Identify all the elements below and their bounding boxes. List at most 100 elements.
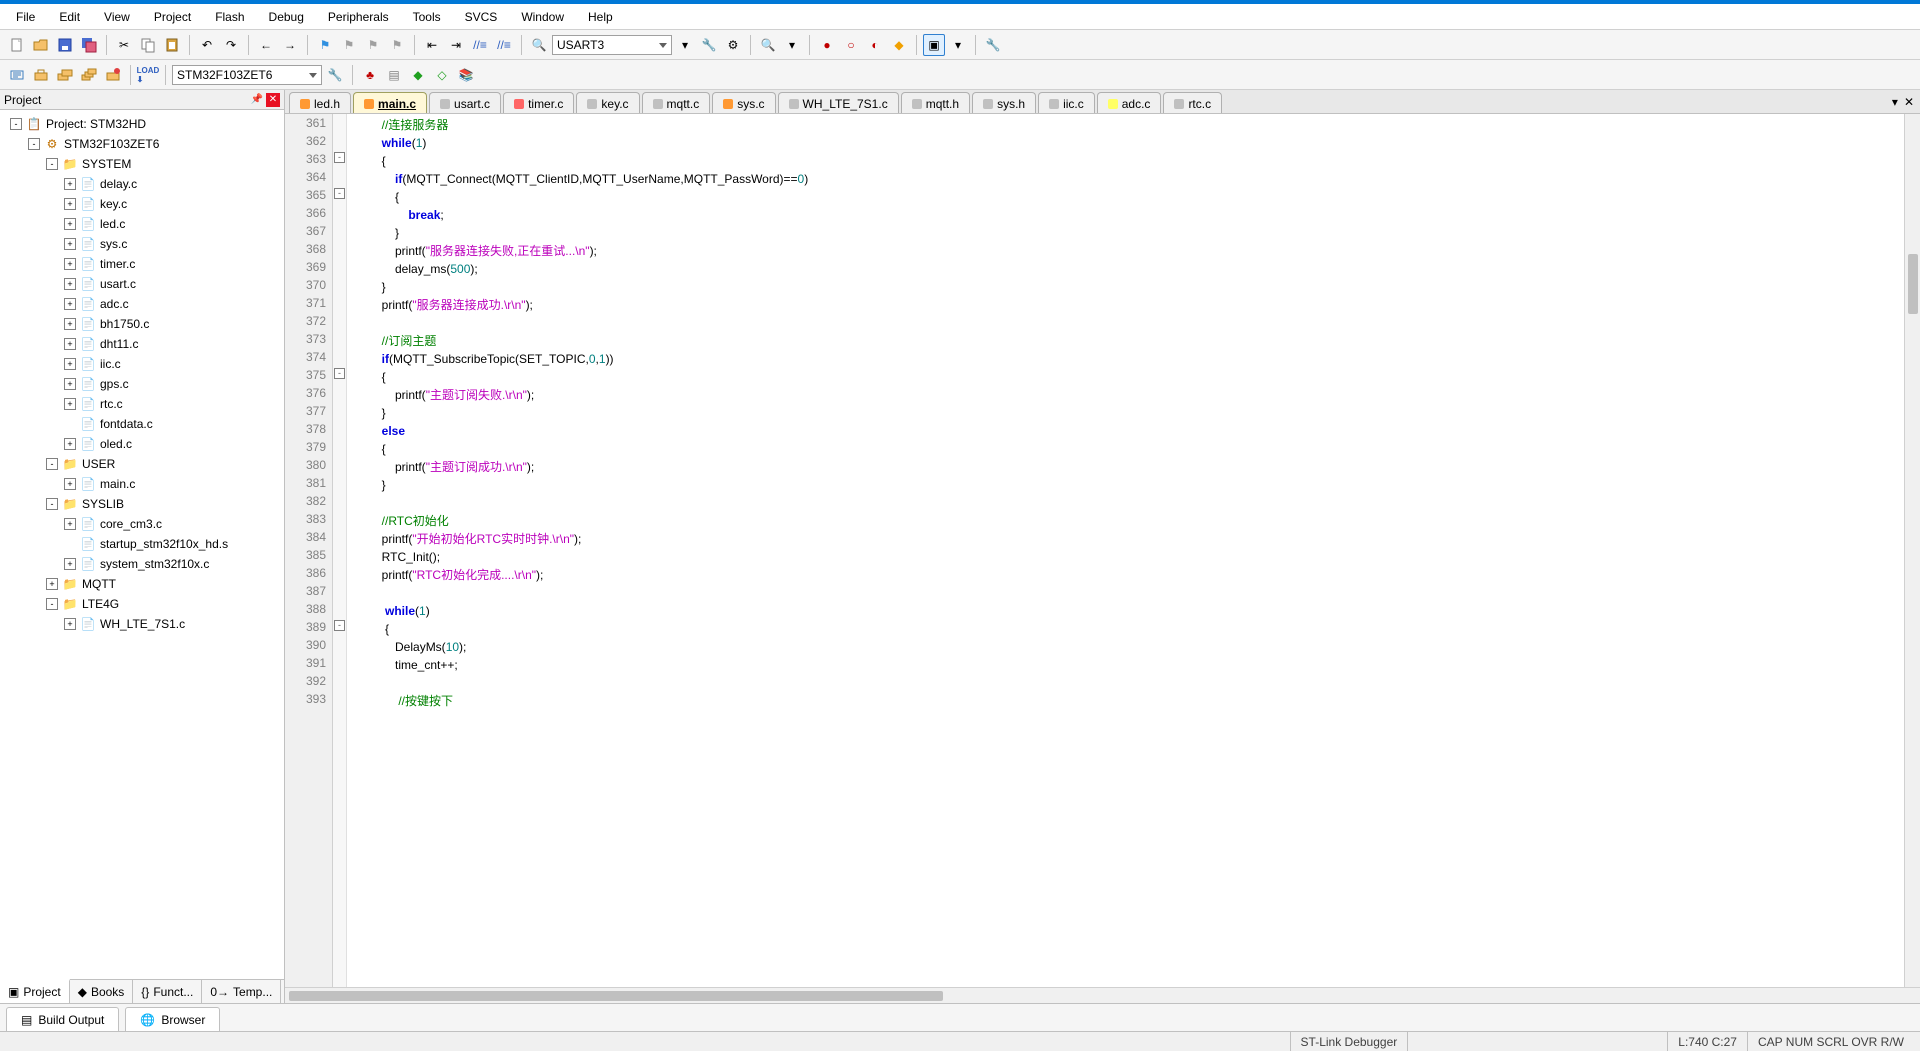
build-target-icon[interactable] — [30, 64, 52, 86]
debug-settings-icon[interactable]: ⚙ — [722, 34, 744, 56]
dropdown-icon[interactable]: ▾ — [947, 34, 969, 56]
translate-icon[interactable] — [6, 64, 28, 86]
tree-node[interactable]: +📄sys.c — [4, 234, 284, 254]
indent-left-icon[interactable]: ⇤ — [421, 34, 443, 56]
tree-node[interactable]: +📄dht11.c — [4, 334, 284, 354]
project-pane-tab-project[interactable]: ▣Project — [0, 979, 70, 1003]
tree-node[interactable]: +📄iic.c — [4, 354, 284, 374]
nav-back-icon[interactable]: ← — [255, 34, 277, 56]
code-view[interactable]: //连接服务器 while(1) { if(MQTT_Connect(MQTT_… — [347, 114, 1904, 987]
tree-node[interactable]: +📄main.c — [4, 474, 284, 494]
file-tab[interactable]: sys.c — [712, 92, 775, 114]
comment-icon[interactable]: //≡ — [469, 34, 491, 56]
paste-icon[interactable] — [161, 34, 183, 56]
tab-menu-icon[interactable]: ▾ — [1892, 95, 1898, 109]
books-icon[interactable]: 📚 — [455, 64, 477, 86]
file-tab[interactable]: iic.c — [1038, 92, 1095, 114]
tree-node[interactable]: +📄led.c — [4, 214, 284, 234]
cut-icon[interactable]: ✂ — [113, 34, 135, 56]
file-tab[interactable]: usart.c — [429, 92, 501, 114]
file-tab[interactable]: timer.c — [503, 92, 574, 114]
tree-node[interactable]: -📋Project: STM32HD — [4, 114, 284, 134]
tree-node[interactable]: -📁LTE4G — [4, 594, 284, 614]
menu-flash[interactable]: Flash — [203, 6, 256, 28]
tree-node[interactable]: +📄system_stm32f10x.c — [4, 554, 284, 574]
tree-node[interactable]: -📁SYSLIB — [4, 494, 284, 514]
target-options-icon[interactable]: 🔧 — [324, 64, 346, 86]
configure-icon[interactable]: 🔧 — [982, 34, 1004, 56]
file-tab[interactable]: WH_LTE_7S1.c — [778, 92, 899, 114]
rebuild-icon[interactable] — [54, 64, 76, 86]
menu-peripherals[interactable]: Peripherals — [316, 6, 401, 28]
bottom-panel-tab-build-output[interactable]: ▤Build Output — [6, 1007, 119, 1031]
tree-node[interactable]: +📄timer.c — [4, 254, 284, 274]
undo-icon[interactable]: ↶ — [196, 34, 218, 56]
window-layout-icon[interactable]: ▣ — [923, 34, 945, 56]
tree-node[interactable]: 📄fontdata.c — [4, 414, 284, 434]
menu-help[interactable]: Help — [576, 6, 625, 28]
file-tab[interactable]: main.c — [353, 92, 427, 114]
menu-svcs[interactable]: SVCS — [453, 6, 510, 28]
find-in-files-icon[interactable]: 🔍 — [528, 34, 550, 56]
file-tab[interactable]: rtc.c — [1163, 92, 1222, 114]
breakpoint-enable-icon[interactable]: ○ — [840, 34, 862, 56]
redo-icon[interactable]: ↷ — [220, 34, 242, 56]
breakpoint-kill-icon[interactable]: ◆ — [888, 34, 910, 56]
tree-node[interactable]: +📄bh1750.c — [4, 314, 284, 334]
find-combo[interactable]: USART3 — [552, 35, 672, 55]
nav-forward-icon[interactable]: → — [279, 34, 301, 56]
debug-start-icon[interactable]: 🔍 — [757, 34, 779, 56]
indent-right-icon[interactable]: ⇥ — [445, 34, 467, 56]
dropdown-icon[interactable]: ▾ — [781, 34, 803, 56]
target-select-combo[interactable]: STM32F103ZET6 — [172, 65, 322, 85]
tree-node[interactable]: +📄core_cm3.c — [4, 514, 284, 534]
save-all-icon[interactable] — [78, 34, 100, 56]
project-pane-tab-funct[interactable]: {}Funct... — [133, 980, 202, 1003]
tree-node[interactable]: 📄startup_stm32f10x_hd.s — [4, 534, 284, 554]
editor-hscrollbar[interactable] — [285, 987, 1920, 1003]
tree-node[interactable]: +📄oled.c — [4, 434, 284, 454]
editor-vscrollbar[interactable] — [1904, 114, 1920, 987]
new-file-icon[interactable] — [6, 34, 28, 56]
file-tab[interactable]: key.c — [576, 92, 639, 114]
tab-close-icon[interactable]: ✕ — [1904, 95, 1914, 109]
project-pane-tab-temp[interactable]: 0→Temp... — [202, 980, 281, 1003]
tree-node[interactable]: +📄delay.c — [4, 174, 284, 194]
file-tab[interactable]: sys.h — [972, 92, 1036, 114]
save-icon[interactable] — [54, 34, 76, 56]
breakpoint-disable-icon[interactable]: ◐ — [864, 34, 886, 56]
file-ext-icon[interactable]: ♣ — [359, 64, 381, 86]
menu-project[interactable]: Project — [142, 6, 203, 28]
batch-build-icon[interactable] — [78, 64, 100, 86]
tree-node[interactable]: +📄WH_LTE_7S1.c — [4, 614, 284, 634]
menu-file[interactable]: File — [4, 6, 47, 28]
tree-node[interactable]: +📄usart.c — [4, 274, 284, 294]
bottom-panel-tab-browser[interactable]: 🌐Browser — [125, 1007, 220, 1031]
download-icon[interactable]: LOAD⬇ — [137, 64, 159, 86]
tree-node[interactable]: -📁SYSTEM — [4, 154, 284, 174]
pack-refresh-icon[interactable]: ◇ — [431, 64, 453, 86]
bookmark-flag-icon[interactable]: ⚑ — [314, 34, 336, 56]
editor-body[interactable]: 3613623633643653663673683693703713723733… — [285, 114, 1920, 987]
tree-node[interactable]: +📄adc.c — [4, 294, 284, 314]
menu-tools[interactable]: Tools — [401, 6, 453, 28]
tree-node[interactable]: +📄rtc.c — [4, 394, 284, 414]
tree-node[interactable]: +📁MQTT — [4, 574, 284, 594]
bookmark-clear-icon[interactable]: ⚑ — [386, 34, 408, 56]
tree-node[interactable]: +📄key.c — [4, 194, 284, 214]
open-file-icon[interactable] — [30, 34, 52, 56]
menu-debug[interactable]: Debug — [257, 6, 316, 28]
breakpoint-insert-icon[interactable]: ● — [816, 34, 838, 56]
tree-node[interactable]: +📄gps.c — [4, 374, 284, 394]
manage-icon[interactable]: ▤ — [383, 64, 405, 86]
tools-icon[interactable]: 🔧 — [698, 34, 720, 56]
menu-view[interactable]: View — [92, 6, 142, 28]
copy-icon[interactable] — [137, 34, 159, 56]
menu-window[interactable]: Window — [509, 6, 576, 28]
bookmark-next-icon[interactable]: ⚑ — [362, 34, 384, 56]
tree-node[interactable]: -📁USER — [4, 454, 284, 474]
fold-column[interactable]: ---- — [333, 114, 347, 987]
uncomment-icon[interactable]: //≡ — [493, 34, 515, 56]
stop-build-icon[interactable] — [102, 64, 124, 86]
pin-icon[interactable]: 📌 — [250, 93, 264, 107]
